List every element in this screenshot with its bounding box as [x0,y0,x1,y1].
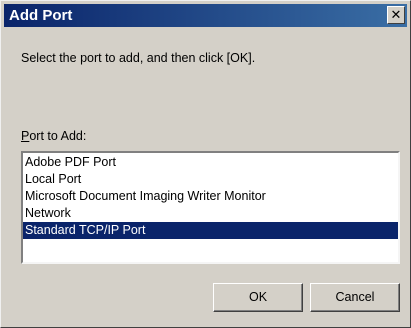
port-item-network[interactable]: Network [23,205,398,222]
add-port-dialog: Add Port ✕ Select the port to add, and t… [0,0,411,328]
port-list-label: Port to Add: [21,129,86,143]
title-bar[interactable]: Add Port ✕ [4,4,407,27]
port-item-adobe-pdf[interactable]: Adobe PDF Port [23,154,398,171]
port-item-ms-document-imaging[interactable]: Microsoft Document Imaging Writer Monito… [23,188,398,205]
port-item-local[interactable]: Local Port [23,171,398,188]
port-list-label-text: ort to Add: [29,129,87,143]
close-button[interactable]: ✕ [387,6,405,24]
cancel-button[interactable]: Cancel [310,283,400,312]
instruction-text: Select the port to add, and then click [… [21,51,256,65]
port-listbox[interactable]: Adobe PDF Port Local Port Microsoft Docu… [21,151,400,264]
close-icon: ✕ [390,7,402,22]
ok-button[interactable]: OK [213,283,303,312]
window-title: Add Port [9,7,73,24]
port-item-standard-tcpip[interactable]: Standard TCP/IP Port [23,222,398,239]
